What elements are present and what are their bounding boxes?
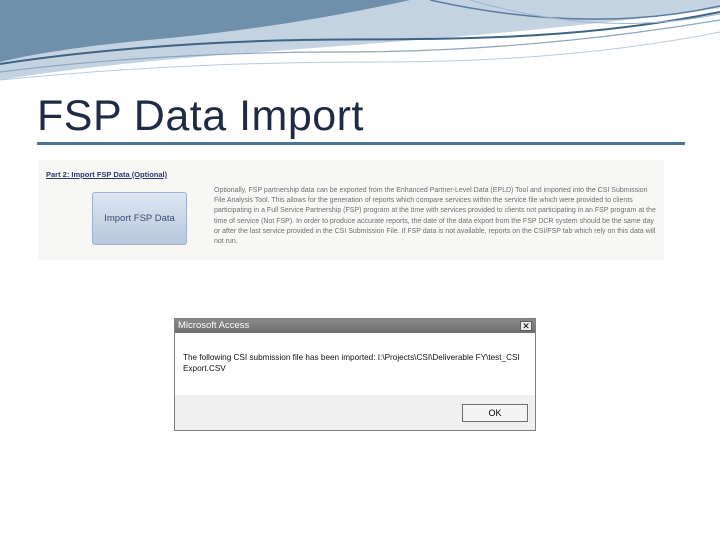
panel-description: Optionally, FSP partnership data can be … <box>214 187 656 246</box>
decorative-wave-header <box>0 0 720 81</box>
title-divider <box>37 142 685 145</box>
slide-title: FSP Data Import <box>37 92 364 140</box>
panel-header: Part 2: Import FSP Data (Optional) <box>46 170 168 179</box>
import-fsp-data-button[interactable]: Import FSP Data <box>92 192 187 245</box>
dialog-titlebar: Microsoft Access ✕ <box>175 319 535 333</box>
dialog-body: The following CSI submission file has be… <box>175 333 535 395</box>
import-confirmation-dialog: Microsoft Access ✕ The following CSI sub… <box>174 318 536 431</box>
fsp-import-panel: Part 2: Import FSP Data (Optional) Impor… <box>38 160 664 260</box>
dialog-message: The following CSI submission file has be… <box>183 353 520 373</box>
dialog-title: Microsoft Access <box>178 320 250 331</box>
ok-button[interactable]: OK <box>462 404 528 422</box>
close-icon[interactable]: ✕ <box>520 321 532 331</box>
